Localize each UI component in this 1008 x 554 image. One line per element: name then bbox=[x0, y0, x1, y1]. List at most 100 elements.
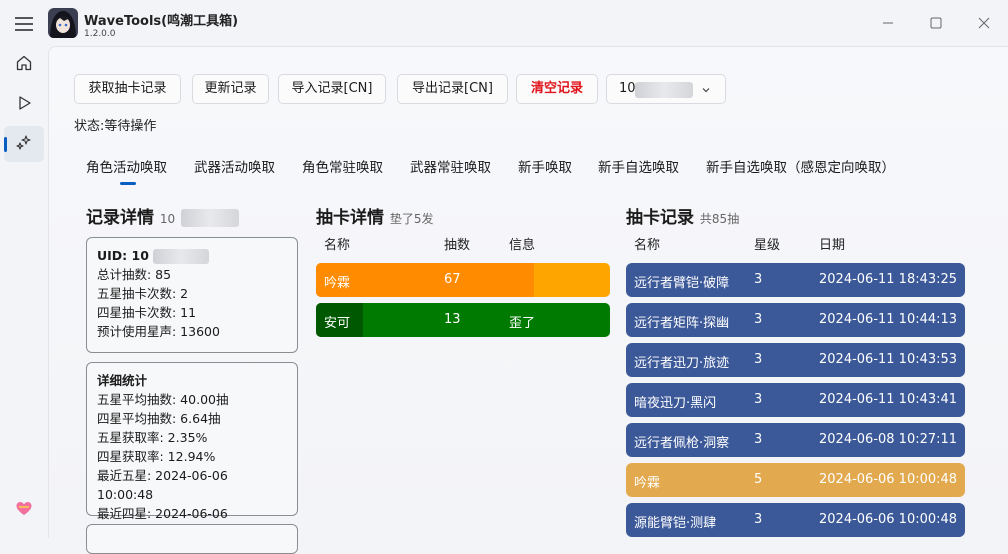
uid-select[interactable]: 10 bbox=[606, 74, 726, 104]
record-star: 3 bbox=[754, 272, 763, 287]
update-records-button[interactable]: 更新记录 bbox=[192, 74, 269, 104]
record-name: 远行者佩枪·洞察 bbox=[634, 436, 730, 451]
stats-last-five: 最近五星: 2024-06-06 10:00:48 bbox=[97, 468, 228, 502]
summary-four-count: 四星抽卡次数: 11 bbox=[97, 305, 197, 320]
nav-donate[interactable] bbox=[4, 492, 44, 528]
record-date: 2024-06-11 18:43:25 bbox=[819, 272, 958, 287]
record-date: 2024-06-06 10:00:48 bbox=[819, 472, 958, 487]
side-nav bbox=[0, 46, 48, 537]
gacha-records-subtitle: 共85抽 bbox=[699, 212, 740, 226]
record-name: 源能臂铠·测肆 bbox=[634, 516, 717, 531]
gacha-detail-pulls: 67 bbox=[444, 272, 461, 287]
record-row[interactable]: 远行者佩枪·洞察 3 2024-06-08 10:27:11 bbox=[626, 423, 965, 457]
gacha-header-info: 信息 bbox=[509, 238, 536, 253]
nav-play[interactable] bbox=[4, 86, 44, 122]
summary-uid: UID: 10 bbox=[97, 248, 149, 263]
tab-character-standard[interactable]: 角色常驻唤取 bbox=[302, 156, 383, 176]
extra-card bbox=[86, 524, 298, 554]
uid-redacted bbox=[153, 249, 210, 264]
stats-four-rate: 四星获取率: 12.94% bbox=[97, 449, 216, 464]
gacha-details-subtitle: 垫了5发 bbox=[389, 212, 434, 226]
tab-beginner-selector-thanks[interactable]: 新手自选唤取（感恩定向唤取） bbox=[706, 156, 895, 176]
uid-redacted bbox=[635, 82, 693, 98]
record-date: 2024-06-11 10:43:53 bbox=[819, 352, 958, 367]
record-date: 2024-06-06 10:00:48 bbox=[819, 512, 958, 527]
app-logo bbox=[48, 8, 78, 38]
record-row[interactable]: 远行者矩阵·探幽 3 2024-06-11 10:44:13 bbox=[626, 303, 965, 337]
record-star: 3 bbox=[754, 432, 763, 447]
close-icon[interactable] bbox=[975, 14, 993, 32]
gacha-detail-pulls: 13 bbox=[444, 312, 461, 327]
minimize-icon[interactable] bbox=[879, 14, 897, 32]
gacha-details-heading: 抽卡详情 垫了5发 bbox=[316, 203, 434, 228]
menu-icon[interactable] bbox=[12, 13, 36, 35]
uid-select-value: 10 bbox=[619, 81, 636, 96]
gacha-detail-info: 歪了 bbox=[509, 316, 536, 331]
record-details-title: 记录详情 bbox=[86, 208, 154, 228]
records-header-name: 名称 bbox=[634, 238, 661, 253]
stats-title: 详细统计 bbox=[97, 373, 148, 388]
tab-weapon-standard[interactable]: 武器常驻唤取 bbox=[410, 156, 491, 176]
gacha-detail-name: 吟霖 bbox=[324, 276, 351, 291]
gacha-header-name: 名称 bbox=[324, 238, 351, 253]
record-date: 2024-06-08 10:27:11 bbox=[819, 432, 958, 447]
app-title: WaveTools(鸣潮工具箱) bbox=[84, 14, 239, 29]
maximize-icon[interactable] bbox=[927, 14, 945, 32]
clear-records-button[interactable]: 清空记录 bbox=[516, 74, 598, 104]
record-name: 远行者矩阵·探幽 bbox=[634, 316, 730, 331]
gacha-records-title: 抽卡记录 bbox=[626, 208, 694, 228]
gacha-detail-row: 安可 13 歪了 bbox=[316, 303, 610, 337]
record-name: 暗夜迅刀·黑闪 bbox=[634, 396, 717, 411]
chevron-down-icon bbox=[702, 88, 710, 93]
uid-redacted bbox=[181, 209, 240, 227]
nav-home[interactable] bbox=[4, 46, 44, 82]
fetch-records-button[interactable]: 获取抽卡记录 bbox=[74, 74, 181, 104]
summary-total: 总计抽数: 85 bbox=[97, 267, 172, 282]
nav-gacha[interactable] bbox=[4, 126, 44, 162]
export-records-button[interactable]: 导出记录[CN] bbox=[397, 74, 508, 104]
summary-five-count: 五星抽卡次数: 2 bbox=[97, 286, 189, 301]
play-icon bbox=[19, 96, 31, 110]
tab-character-event[interactable]: 角色活动唤取 bbox=[86, 156, 167, 176]
record-star: 3 bbox=[754, 512, 763, 527]
record-row[interactable]: 吟霖 5 2024-06-06 10:00:48 bbox=[626, 463, 965, 497]
stats-card: 详细统计 五星平均抽数: 40.00抽 四星平均抽数: 6.64抽 五星获取率:… bbox=[86, 362, 298, 540]
sparkle-icon bbox=[16, 135, 31, 150]
tab-weapon-event[interactable]: 武器活动唤取 bbox=[194, 156, 275, 176]
record-details-heading: 记录详情 10 bbox=[86, 203, 240, 228]
summary-uid-line: UID: 10 bbox=[97, 246, 287, 265]
record-star: 3 bbox=[754, 352, 763, 367]
gacha-detail-name: 安可 bbox=[324, 316, 351, 331]
stats-five-avg: 五星平均抽数: 40.00抽 bbox=[97, 392, 229, 407]
tab-indicator bbox=[120, 182, 136, 185]
record-star: 3 bbox=[754, 312, 763, 327]
record-star: 5 bbox=[754, 472, 763, 487]
stats-five-rate: 五星获取率: 2.35% bbox=[97, 430, 208, 445]
records-header-star: 星级 bbox=[754, 238, 781, 253]
home-icon bbox=[16, 55, 32, 71]
gacha-records-heading: 抽卡记录 共85抽 bbox=[626, 203, 739, 228]
summary-estimate: 预计使用星声: 13600 bbox=[97, 324, 220, 339]
tab-beginner-selector[interactable]: 新手自选唤取 bbox=[598, 156, 679, 176]
record-row[interactable]: 暗夜迅刀·黑闪 3 2024-06-11 10:43:41 bbox=[626, 383, 965, 417]
record-date: 2024-06-11 10:44:13 bbox=[819, 312, 958, 327]
app-version: 1.2.0.0 bbox=[84, 29, 116, 39]
import-records-button[interactable]: 导入记录[CN] bbox=[278, 74, 386, 104]
records-header-date: 日期 bbox=[819, 238, 846, 253]
gacha-header-pulls: 抽数 bbox=[444, 238, 471, 253]
summary-card: UID: 10 总计抽数: 85 五星抽卡次数: 2 四星抽卡次数: 11 预计… bbox=[86, 237, 298, 353]
record-row[interactable]: 远行者迅刀·旅迹 3 2024-06-11 10:43:53 bbox=[626, 343, 965, 377]
heart-icon bbox=[16, 502, 32, 515]
tab-beginner[interactable]: 新手唤取 bbox=[518, 156, 572, 176]
record-star: 3 bbox=[754, 392, 763, 407]
record-name: 远行者迅刀·旅迹 bbox=[634, 356, 730, 371]
record-date: 2024-06-11 10:43:41 bbox=[819, 392, 958, 407]
main-content: 获取抽卡记录 更新记录 导入记录[CN] 导出记录[CN] 清空记录 10 状态… bbox=[48, 46, 1008, 554]
gacha-details-title: 抽卡详情 bbox=[316, 208, 384, 228]
record-details-uid: 10 bbox=[159, 212, 176, 226]
record-name: 远行者臂铠·破障 bbox=[634, 276, 730, 291]
title-bar: WaveTools(鸣潮工具箱) 1.2.0.0 bbox=[0, 0, 1008, 46]
record-row[interactable]: 远行者臂铠·破障 3 2024-06-11 18:43:25 bbox=[626, 263, 965, 297]
record-row[interactable]: 源能臂铠·测肆 3 2024-06-06 10:00:48 bbox=[626, 503, 965, 537]
record-name: 吟霖 bbox=[634, 476, 661, 491]
